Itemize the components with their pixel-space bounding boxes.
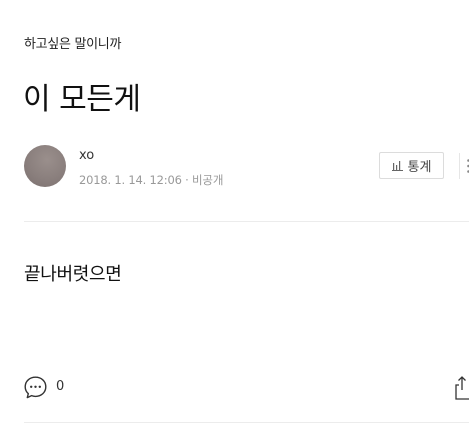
post-title: 이 모든게 — [23, 82, 141, 117]
share-icon[interactable] — [454, 374, 469, 401]
bar-chart-icon — [391, 160, 404, 171]
avatar[interactable] — [24, 145, 66, 187]
post-body: 끝나버렷으면 — [24, 264, 122, 285]
author-name[interactable]: xo — [79, 148, 94, 163]
more-button[interactable] — [459, 153, 469, 179]
comment-count: 0 — [56, 379, 65, 394]
header-divider — [24, 221, 469, 222]
comment-bubble-icon[interactable] — [23, 375, 48, 400]
stats-button-label: 통계 — [407, 160, 432, 175]
post-meta: 2018. 1. 14. 12:06 · 비공개 — [79, 173, 224, 187]
post-category[interactable]: 하고싶은 말이니까 — [24, 33, 121, 52]
footer-divider — [24, 422, 469, 423]
stats-button[interactable]: 통계 — [379, 152, 444, 179]
